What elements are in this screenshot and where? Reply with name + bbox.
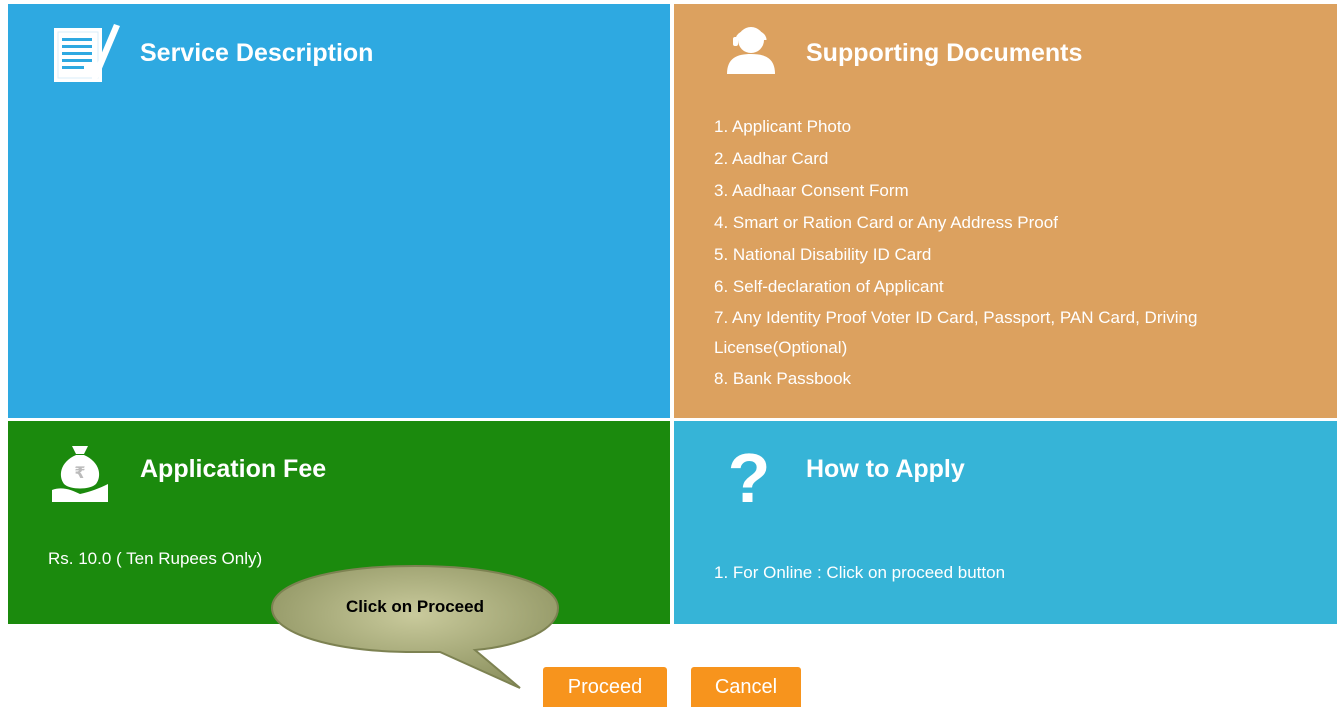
callout-bubble: [270, 564, 560, 689]
document-item: 3. Aadhaar Consent Form: [714, 181, 909, 200]
fee-amount: Rs. 10.0 ( Ten Rupees Only): [48, 549, 263, 568]
documents-list: 1. Applicant Photo 2. Aadhar Card 3. Aad…: [714, 111, 1314, 395]
document-item: 7. Any Identity Proof Voter ID Card, Pas…: [714, 308, 1198, 357]
document-item: 4. Smart or Ration Card or Any Address P…: [714, 213, 1058, 232]
callout-text: Click on Proceed: [346, 597, 484, 616]
service-description-panel: Service Description: [8, 4, 670, 418]
svg-text:?: ?: [728, 444, 771, 506]
question-mark-icon: ?: [727, 439, 771, 517]
document-item: 2. Aadhar Card: [714, 149, 829, 168]
svg-text:₹: ₹: [74, 463, 85, 482]
how-to-apply-panel: ? How to Apply 1. For Online : Click on …: [674, 421, 1337, 624]
how-to-apply-title: How to Apply: [806, 455, 965, 483]
document-item: 1. Applicant Photo: [714, 117, 852, 136]
application-fee-title: Application Fee: [140, 455, 327, 483]
money-bag-icon: ₹: [50, 442, 110, 509]
proceed-button[interactable]: Proceed: [543, 667, 667, 707]
how-to-apply-text: 1. For Online : Click on proceed button: [714, 563, 1006, 582]
document-item: 5. National Disability ID Card: [714, 245, 932, 264]
person-icon: [723, 24, 779, 81]
document-item: 8. Bank Passbook: [714, 369, 852, 388]
supporting-documents-title: Supporting Documents: [806, 39, 1083, 67]
cancel-button[interactable]: Cancel: [691, 667, 801, 707]
service-description-title: Service Description: [140, 39, 374, 67]
document-item: 6. Self-declaration of Applicant: [714, 277, 944, 296]
supporting-documents-panel: Supporting Documents 1. Applicant Photo …: [674, 4, 1337, 418]
document-icon: [52, 22, 124, 91]
